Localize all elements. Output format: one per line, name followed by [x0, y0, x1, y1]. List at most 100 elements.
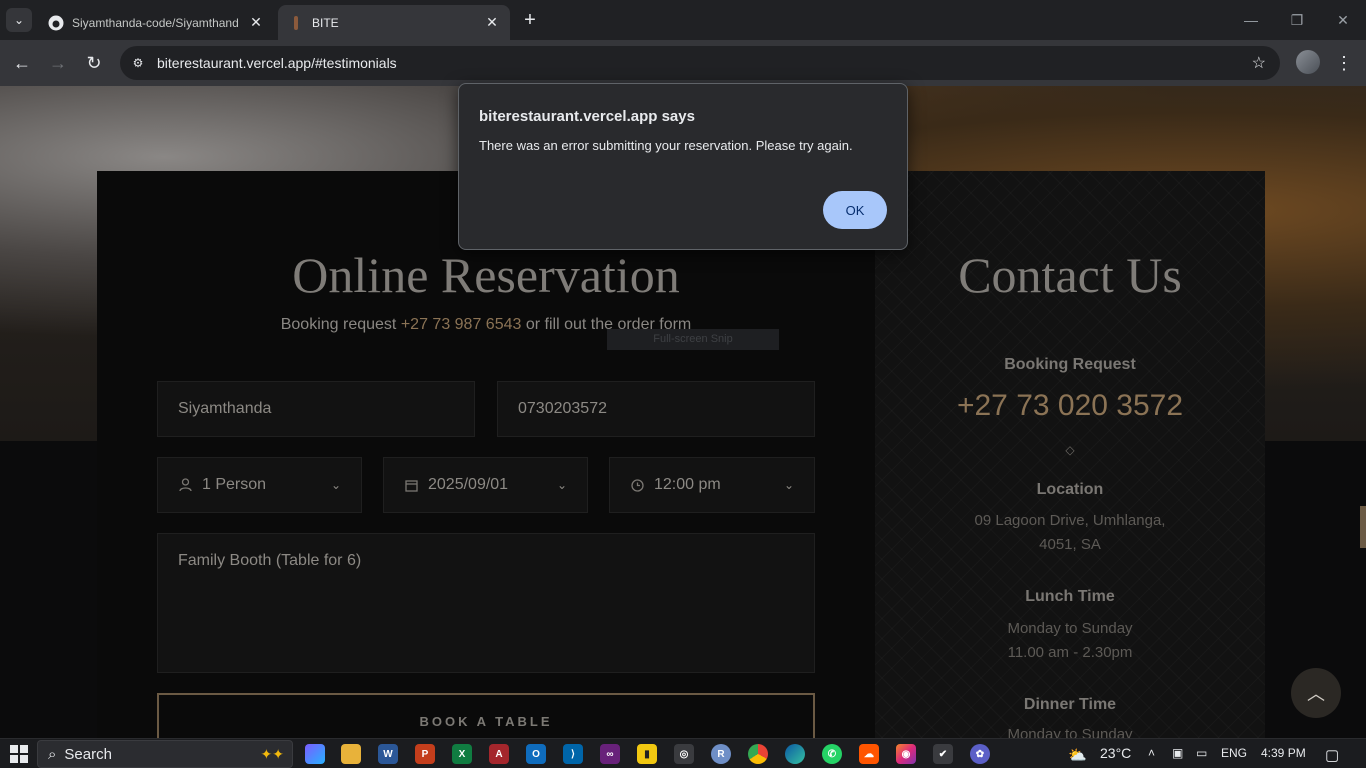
message-textarea[interactable]: Family Booth (Table for 6) [157, 533, 815, 673]
date-input[interactable]: 2025/09/01 ⌄ [383, 457, 588, 513]
chevron-up-icon[interactable]: ˄ [1148, 746, 1155, 760]
time-value: 12:00 pm [654, 476, 721, 493]
lunch-label: Lunch Time [1025, 588, 1115, 605]
kebab-menu-icon: ⋮ [1335, 52, 1353, 73]
windows-taskbar: ⌕ Search ✦✦ W P X A O ⟩ ∞ ▮ ◎ R ✆ ☁ ◉ ✔ … [0, 738, 1366, 768]
alert-dialog: biterestaurant.vercel.app says There was… [458, 83, 908, 250]
bookmark-star-icon[interactable]: ☆ [1252, 53, 1266, 73]
chevron-down-icon: ⌄ [330, 478, 341, 492]
visual-studio-icon[interactable]: ∞ [600, 744, 620, 764]
profile-avatar[interactable] [1296, 50, 1320, 74]
snip-tooltip: Full-screen Snip [607, 329, 779, 350]
reload-button[interactable]: ↻ [81, 50, 107, 76]
tab-github[interactable]: Siyamthanda-code/Siyamthand ✕ [38, 5, 274, 40]
reservation-title: Online Reservation [292, 247, 680, 303]
address-bar[interactable]: ⚙ biterestaurant.vercel.app/#testimonial… [120, 46, 1280, 80]
name-value: Siyamthanda [178, 400, 272, 417]
r-icon[interactable]: R [711, 744, 731, 764]
persons-value: 1 Person [202, 476, 267, 493]
notification-icon[interactable]: ▢ [1325, 746, 1339, 764]
whatsapp-icon[interactable]: ✆ [822, 744, 842, 764]
persons-select[interactable]: 1 Person ⌄ [157, 457, 362, 513]
power-bi-icon[interactable]: ▮ [637, 744, 657, 764]
location-label: Location [1036, 481, 1104, 498]
restore-button[interactable]: ❐ [1274, 6, 1320, 34]
arrow-left-icon: ← [13, 52, 31, 73]
chrome-icon[interactable] [748, 744, 768, 764]
file-explorer-icon[interactable] [341, 744, 361, 764]
reload-icon: ↻ [86, 52, 102, 73]
date-value: 2025/09/01 [428, 476, 509, 493]
dinner-label: Dinner Time [1023, 696, 1117, 713]
contact-title: Contact Us [958, 247, 1182, 303]
time-select[interactable]: 12:00 pm ⌄ [609, 457, 815, 513]
powerpoint-icon[interactable]: P [415, 744, 435, 764]
edge-icon[interactable] [785, 744, 805, 764]
language-indicator[interactable]: ENG [1221, 746, 1247, 760]
access-icon[interactable]: A [489, 744, 509, 764]
scroll-to-top-button[interactable]: ︿ [1291, 668, 1341, 718]
name-input[interactable]: Siyamthanda [157, 381, 475, 437]
clock-time[interactable]: 4:39 PM [1261, 746, 1306, 760]
ok-button[interactable]: OK [823, 191, 887, 229]
book-table-button[interactable]: BOOK A TABLE [157, 693, 815, 738]
site-settings-icon[interactable]: ⚙ [128, 53, 148, 73]
chevron-down-icon: ⌄ [783, 478, 794, 492]
dialog-message: There was an error submitting your reser… [479, 138, 853, 153]
location-line2: 4051, SA [1039, 536, 1101, 553]
search-label: Search [64, 745, 112, 763]
todo-icon[interactable]: ✔ [933, 744, 953, 764]
dinner-days: Monday to Sunday [1007, 726, 1133, 738]
meet-icon[interactable]: ▣ [1172, 746, 1183, 760]
battery-icon[interactable]: ▭ [1196, 746, 1207, 760]
back-button[interactable]: ← [9, 50, 35, 76]
booking-request-label: Booking Request [1004, 356, 1136, 373]
close-icon[interactable]: ✕ [484, 14, 500, 31]
outlook-icon[interactable]: O [526, 744, 546, 764]
tab-title: BITE [312, 15, 339, 30]
message-value: Family Booth (Table for 6) [178, 552, 362, 569]
forward-button[interactable]: → [45, 50, 71, 76]
lunch-days: Monday to Sunday [1007, 620, 1133, 637]
app-icon[interactable]: ✿ [970, 744, 990, 764]
menu-button[interactable]: ⋮ [1334, 50, 1354, 76]
lunch-hours: 11.00 am - 2.30pm [1007, 644, 1133, 661]
new-tab-button[interactable]: + [518, 8, 542, 32]
copilot-icon[interactable] [305, 744, 325, 764]
sparkle-icon: ✦✦ [260, 745, 284, 762]
tab-bite[interactable]: BITE ✕ [278, 5, 510, 40]
soundcloud-icon[interactable]: ☁ [859, 744, 879, 764]
chevron-down-icon: ⌄ [556, 478, 567, 492]
search-icon: ⌕ [48, 745, 57, 763]
instagram-icon[interactable]: ◉ [896, 744, 916, 764]
taskbar-search[interactable]: ⌕ Search ✦✦ [37, 740, 293, 768]
dialog-title: biterestaurant.vercel.app says [479, 108, 695, 125]
subtitle-prefix: Booking request [280, 316, 397, 333]
tab-strip: ⌄ Siyamthanda-code/Siyamthand ✕ BITE ✕ +… [0, 0, 1366, 40]
site-favicon-icon [288, 15, 304, 31]
phone-input[interactable]: 0730203572 [497, 381, 815, 437]
tab-search-button[interactable]: ⌄ [6, 8, 32, 32]
person-icon [178, 478, 192, 492]
close-icon[interactable]: ✕ [248, 14, 264, 31]
scrollbar-thumb[interactable] [1360, 506, 1366, 548]
calendar-icon [404, 479, 418, 492]
chevron-down-icon: ⌄ [13, 13, 25, 27]
chevron-up-icon: ︿ [1307, 684, 1325, 704]
tab-title: Siyamthanda-code/Siyamthand [72, 15, 239, 30]
arrow-right-icon: → [49, 52, 67, 73]
windows-start-icon[interactable] [10, 745, 28, 763]
booking-phone[interactable]: +27 73 020 3572 [875, 389, 1265, 423]
subtitle-phone-link[interactable]: +27 73 987 6543 [401, 316, 522, 333]
phone-value: 0730203572 [518, 400, 607, 417]
search-app-icon[interactable]: ◎ [674, 744, 694, 764]
url-text: biterestaurant.vercel.app/#testimonials [157, 55, 397, 71]
vscode-icon[interactable]: ⟩ [563, 744, 583, 764]
close-window-button[interactable]: ✕ [1320, 6, 1366, 34]
minimize-button[interactable]: — [1228, 6, 1274, 34]
github-icon [48, 15, 64, 31]
weather-temp[interactable]: 23°C [1100, 745, 1131, 761]
word-icon[interactable]: W [378, 744, 398, 764]
weather-icon[interactable]: ⛅ [1068, 746, 1087, 764]
excel-icon[interactable]: X [452, 744, 472, 764]
